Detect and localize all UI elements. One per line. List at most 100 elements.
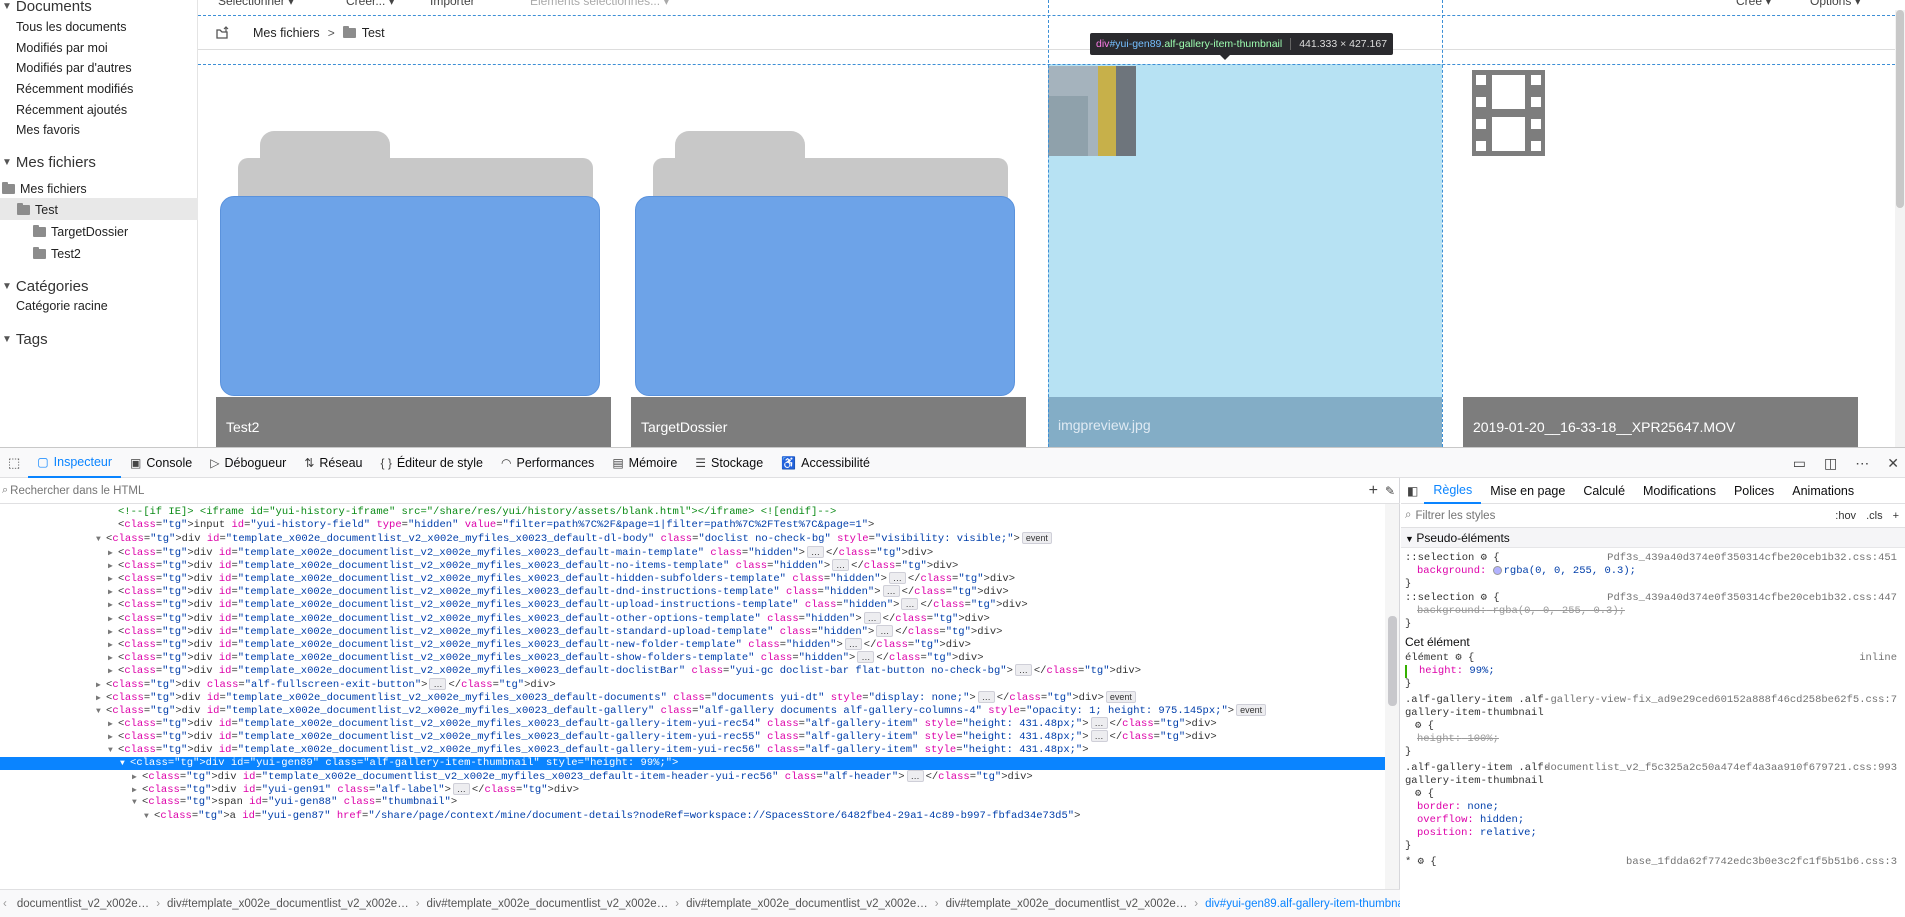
rule-source-link[interactable]: Pdf3s_439a40d374e0f350314cfbe20ceb1b32.c… — [1607, 552, 1897, 565]
markup-scrollbar[interactable] — [1385, 504, 1399, 889]
folder-up-icon[interactable] — [215, 25, 229, 40]
dock-side-icon[interactable]: ◫ — [1824, 455, 1837, 472]
collapsed-badge[interactable]: … — [1090, 717, 1108, 730]
hov-toggle[interactable]: :hov — [1835, 510, 1856, 522]
rules-filter-input[interactable]: Filtrer les styles — [1415, 510, 1495, 522]
tab-layout[interactable]: Mise en page — [1481, 478, 1574, 504]
collapsed-badge[interactable]: … — [876, 624, 894, 637]
gallery-item-targetdossier[interactable]: TargetDossier — [631, 64, 1026, 447]
rule-declaration-overridden[interactable]: background: rgba(0, 0, 255, 0.3); — [1405, 605, 1901, 618]
markup-node[interactable]: ▶ <class="tg">div class="alf-fullscreen-e… — [0, 677, 1385, 691]
collapsed-badge[interactable]: … — [1090, 730, 1108, 743]
event-badge[interactable]: event — [1105, 690, 1136, 703]
cls-toggle[interactable]: .cls — [1866, 510, 1883, 522]
sidebar-item-favorites[interactable]: Mes favoris — [16, 123, 80, 137]
collapsed-badge[interactable]: … — [863, 611, 881, 624]
rule-source-link[interactable]: documentlist_v2_f5c325a2c50a474ef4a3aa91… — [1544, 762, 1897, 775]
collapsed-badge[interactable]: … — [429, 677, 447, 690]
scrollbar-thumb[interactable] — [1388, 616, 1397, 706]
sidebar-header-my-files[interactable]: ▼ Mes fichiers — [2, 154, 96, 171]
rule-declaration[interactable]: overflow: hidden; — [1405, 814, 1901, 827]
tab-console[interactable]: ▣ Console — [121, 448, 201, 478]
tab-style-editor[interactable]: { } Éditeur de style — [371, 448, 492, 478]
markup-node[interactable]: ▼ <class="tg">div id="template_x002e_docu… — [0, 744, 1385, 757]
select-menu-button[interactable]: Sélectionner ▾ — [218, 0, 294, 8]
node-breadcrumb-item[interactable]: div#template_x002e_documentlist_v2_x002e… — [679, 898, 935, 910]
collapsed-badge[interactable]: … — [1014, 664, 1032, 677]
rule-source-link[interactable]: gallery-view-fix_ad9e29ced60152a888f46cd… — [1550, 694, 1897, 707]
sidebar-item-root-category[interactable]: Catégorie racine — [16, 299, 108, 313]
markup-node[interactable]: ▶ <class="tg">div id="template_x002e_docu… — [0, 770, 1385, 783]
tab-debugger[interactable]: ▷ Débogueur — [201, 448, 295, 478]
markup-node[interactable]: ▼ <class="tg">span id="yui-gen88" class="… — [0, 796, 1385, 809]
element-picker-icon[interactable]: ⬚ — [0, 455, 28, 471]
collapsed-badge[interactable]: … — [452, 783, 470, 796]
collapsed-badge[interactable]: … — [901, 598, 919, 611]
rule-declaration[interactable]: position: relative; — [1405, 827, 1901, 840]
sidebar-header-documents[interactable]: ▼ Documents — [2, 0, 92, 15]
tab-network[interactable]: ⇅ Réseau — [295, 448, 371, 478]
rule-source-link[interactable]: base_1fdda62f7742edc3b0e3c2fc1f5b51b6.cs… — [1626, 856, 1897, 869]
collapsed-badge[interactable]: … — [906, 770, 924, 782]
rule-declaration-overridden[interactable]: height: 100%; — [1405, 733, 1901, 746]
collapsed-badge[interactable]: … — [888, 572, 906, 584]
pseudo-elements-header[interactable]: ▼ Pseudo-éléments — [1401, 528, 1905, 548]
add-rule-button[interactable]: + — [1893, 510, 1899, 522]
selected-items-menu[interactable]: Éléments sélectionnés... ▾ — [530, 0, 669, 8]
sidebar-item-all-documents[interactable]: Tous les documents — [16, 20, 126, 34]
page-scrollbar[interactable] — [1895, 10, 1905, 447]
event-badge[interactable]: event — [1021, 532, 1052, 545]
collapsed-badge[interactable]: … — [857, 651, 875, 664]
tab-performance[interactable]: ◠ Performances — [492, 448, 603, 478]
collapsed-badge[interactable]: … — [882, 585, 900, 598]
event-badge[interactable]: event — [1236, 704, 1267, 716]
add-node-icon[interactable]: + — [1369, 482, 1378, 500]
markup-node[interactable]: ▼ <class="tg">div id="yui-gen89" class="a… — [0, 756, 1385, 770]
scrollbar-thumb[interactable] — [1896, 10, 1904, 208]
upload-button[interactable]: Importer — [430, 0, 475, 8]
markup-node[interactable]: ▶ <class="tg">div id="template_x002e_docu… — [0, 598, 1385, 611]
tree-item-targetdossier[interactable]: TargetDossier — [33, 225, 128, 239]
node-breadcrumb-item[interactable]: div#template_x002e_documentlist_v2_x002e… — [420, 898, 676, 910]
sidebar-item-modified-by-me[interactable]: Modifiés par moi — [16, 41, 108, 55]
markup-node[interactable]: <!--[if IE]> <iframe id="yui-history-ifr… — [0, 506, 1385, 519]
node-breadcrumb-item[interactable]: div#template_x002e_documentlist_v2_x002e… — [939, 898, 1195, 910]
expand-down-icon[interactable]: ▼ — [108, 744, 118, 757]
node-breadcrumb-item[interactable]: div#yui-gen89.alf-gallery-item-thumbnail — [1198, 898, 1400, 910]
gear-icon[interactable]: ⚙ — [1415, 788, 1421, 800]
eyedropper-icon[interactable]: ✎ — [1385, 484, 1395, 498]
markup-node[interactable]: <class="tg">input id="yui-history-field"… — [0, 519, 1385, 532]
expand-down-icon[interactable]: ▼ — [144, 810, 154, 823]
markup-node[interactable]: ▶ <class="tg">div id="template_x002e_docu… — [0, 611, 1385, 625]
tab-fonts[interactable]: Polices — [1725, 478, 1783, 504]
tab-computed[interactable]: Calculé — [1574, 478, 1634, 504]
tree-item-test2[interactable]: Test2 — [33, 247, 81, 261]
markup-node[interactable]: ▶ <class="tg">div id="template_x002e_docu… — [0, 545, 1385, 559]
tab-animations[interactable]: Animations — [1783, 478, 1863, 504]
create-menu-button[interactable]: Créer... ▾ — [346, 0, 395, 8]
markup-node[interactable]: ▶ <class="tg">div id="template_x002e_docu… — [0, 730, 1385, 743]
collapsed-badge[interactable]: … — [844, 638, 862, 650]
toggle-sidebar-icon[interactable]: ◧ — [1401, 484, 1424, 498]
chevron-left-icon[interactable]: ‹ — [0, 898, 10, 910]
node-breadcrumb-item[interactable]: div#template_x002e_documentlist_v2_x002e… — [160, 898, 416, 910]
rule-source-link[interactable]: Pdf3s_439a40d374e0f350314cfbe20ceb1b32.c… — [1607, 592, 1897, 605]
more-options-icon[interactable]: ⋯ — [1855, 455, 1869, 472]
collapsed-badge[interactable]: … — [977, 690, 995, 703]
color-swatch[interactable] — [1492, 565, 1502, 575]
collapsed-badge[interactable]: … — [806, 545, 824, 558]
options-menu-button[interactable]: Options ▾ — [1810, 0, 1861, 8]
markup-node[interactable]: ▶ <class="tg">div id="template_x002e_docu… — [0, 572, 1385, 585]
markup-node[interactable]: ▶ <class="tg">div id="template_x002e_docu… — [0, 651, 1385, 664]
node-breadcrumb-item[interactable]: documentlist_v2_x002e… — [10, 898, 156, 910]
gear-icon[interactable]: ⚙ — [1415, 720, 1421, 732]
tab-inspector[interactable]: ▢ Inspecteur — [28, 448, 122, 478]
close-icon[interactable]: ✕ — [1887, 455, 1899, 472]
sidebar-header-categories[interactable]: ▼ Catégories — [2, 278, 88, 295]
markup-node[interactable]: ▶ <class="tg">div id="template_x002e_docu… — [0, 585, 1385, 598]
tree-item-test[interactable]: Test — [17, 203, 58, 217]
gallery-item-test2[interactable]: Test2 — [216, 64, 611, 447]
tab-memory[interactable]: ▤ Mémoire — [603, 448, 686, 478]
markup-node[interactable]: ▼ <class="tg">a id="yui-gen87" href="/sha… — [0, 810, 1385, 823]
markup-node[interactable]: ▶ <class="tg">div id="template_x002e_docu… — [0, 664, 1385, 677]
